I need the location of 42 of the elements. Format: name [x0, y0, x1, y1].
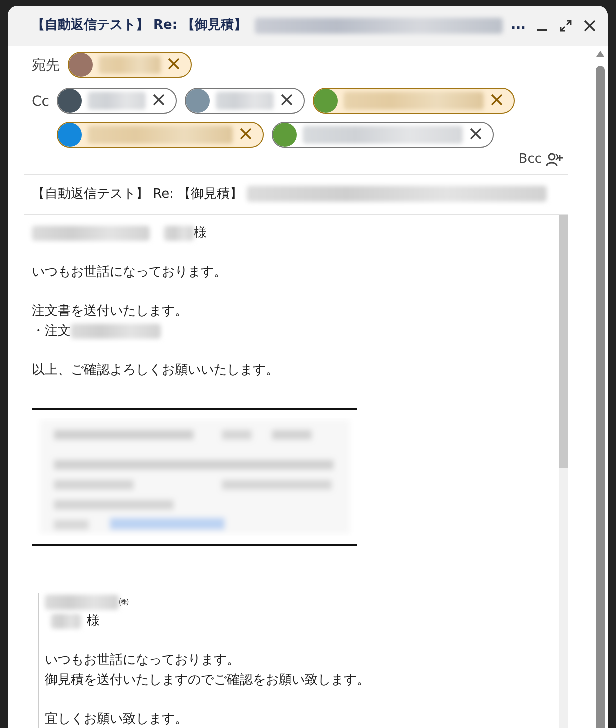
window-title: 【自動返信テスト】 Re: 【御見積】	[32, 16, 248, 36]
close-icon	[167, 57, 181, 71]
redacted-text	[51, 614, 81, 630]
close-icon	[280, 93, 294, 107]
close-icon	[469, 127, 484, 141]
body-text: いつもお世話になっております。	[32, 264, 228, 282]
redacted-text	[164, 226, 194, 242]
body-text: いつもお世話になっております。	[45, 652, 241, 670]
add-person-icon	[546, 152, 564, 167]
recipient-chip[interactable]	[57, 88, 178, 114]
subject-text: 【自動返信テスト】 Re: 【御見積】	[32, 186, 244, 204]
recipient-chip[interactable]	[313, 88, 516, 114]
scroll-up-icon[interactable]	[596, 50, 605, 58]
body-text: 以上、ご確認よろしくお願いいたします。	[32, 362, 280, 380]
cc-label: Cc	[32, 93, 50, 112]
recipient-chip[interactable]	[68, 52, 192, 78]
body-text: 注文書を送付いたします。	[32, 303, 189, 321]
to-label: 宛先	[32, 57, 60, 76]
honorific-text: 様	[194, 225, 207, 243]
body-text: ・注文	[32, 322, 71, 340]
redacted-text	[99, 56, 161, 74]
recipient-chip[interactable]	[185, 88, 306, 114]
redacted-text	[216, 92, 274, 110]
body-text: 宜しくお願い致します。	[45, 710, 189, 728]
recipient-chip[interactable]	[57, 122, 264, 148]
title-ellipsis: ...	[511, 17, 526, 36]
company-suffix: ㈱	[119, 596, 129, 610]
body-text: 御見積を送付いたしますのでご確認をお願い致します。	[45, 672, 371, 690]
close-button[interactable]	[582, 18, 598, 34]
scrollbar-thumb[interactable]	[559, 215, 568, 468]
expand-icon	[560, 20, 572, 32]
recipient-chip[interactable]	[272, 122, 494, 148]
close-icon	[152, 93, 166, 107]
close-icon	[490, 93, 504, 107]
expand-button[interactable]	[558, 18, 574, 34]
minimize-icon	[537, 29, 547, 31]
scrollbar-thumb[interactable]	[596, 66, 605, 728]
bcc-button[interactable]: Bcc	[518, 150, 564, 170]
redacted-text	[88, 92, 146, 110]
close-icon	[239, 127, 254, 141]
close-icon	[584, 20, 596, 32]
honorific-text: 様	[87, 613, 100, 631]
